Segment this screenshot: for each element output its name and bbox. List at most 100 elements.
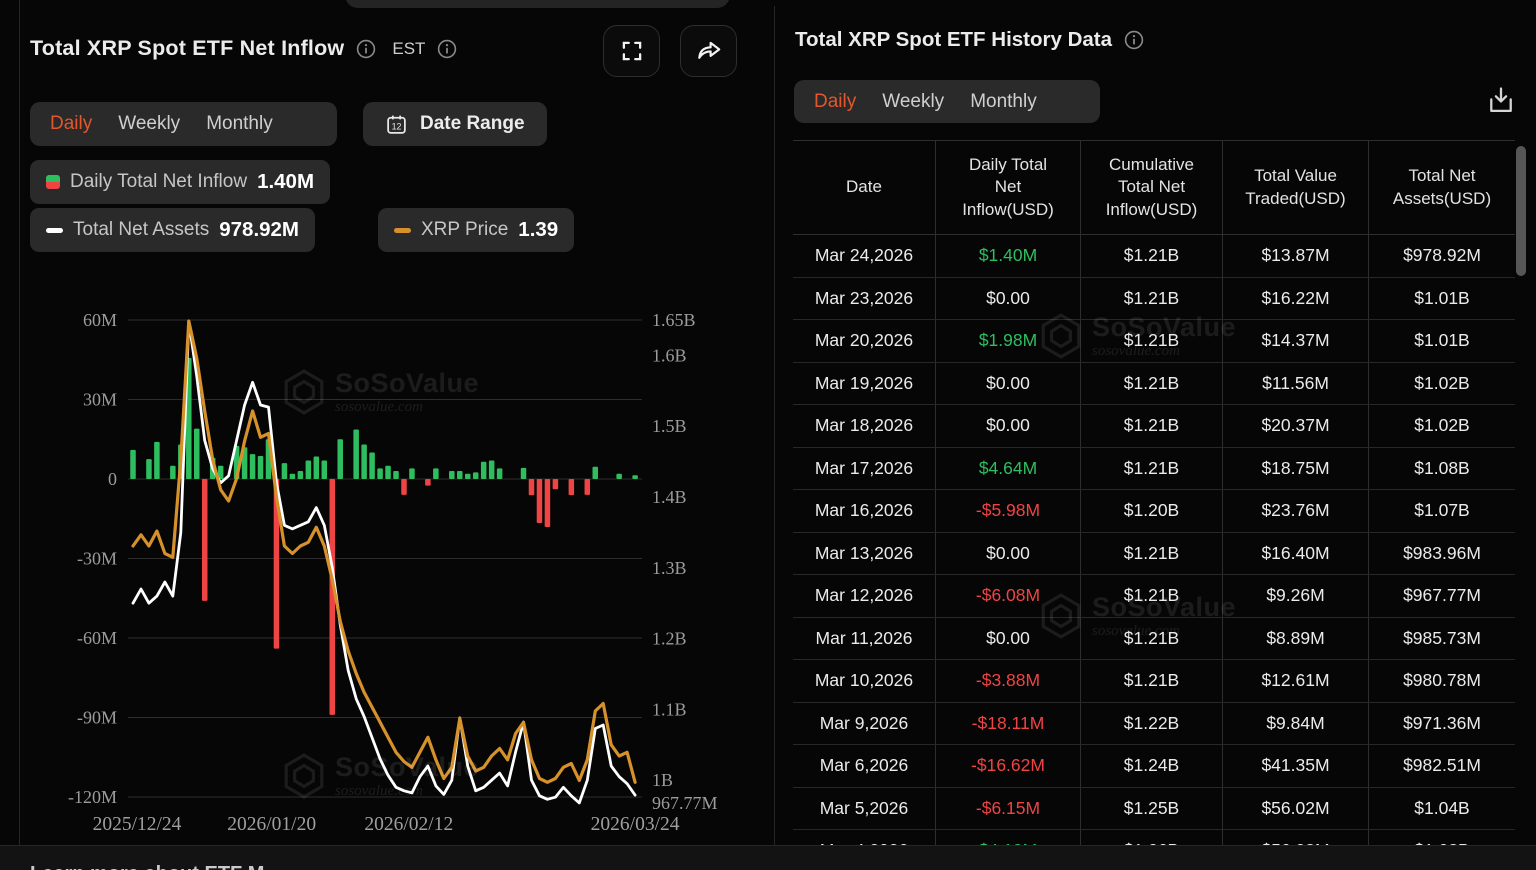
inflow-bar (258, 456, 264, 479)
inflow-bar (425, 479, 431, 486)
inflow-bar (369, 453, 375, 480)
cell-value: $1.21B (1080, 448, 1222, 490)
cell-value: $4.64M (935, 448, 1080, 490)
legend-label: Total Net Assets (73, 219, 209, 241)
date-range-label: Date Range (420, 113, 525, 135)
inflow-bar (250, 454, 256, 479)
cell-date: Mar 17,2026 (793, 448, 935, 490)
cell-value: $983.96M (1368, 533, 1515, 575)
table-row: Mar 24,2026$1.40M$1.21B$13.87M$978.92M (793, 235, 1515, 278)
table-row: Mar 19,2026$0.00$1.21B$11.56M$1.02B (793, 363, 1515, 406)
info-icon[interactable] (1124, 30, 1144, 50)
chart-panel-title: Total XRP Spot ETF Net Inflow (30, 36, 344, 61)
table-row: Mar 12,2026-$6.08M$1.21B$9.26M$967.77M (793, 575, 1515, 618)
netflow-chart[interactable]: 60M30M0-30M-60M-90M-120M1.65B1.6B1.5B1.4… (20, 300, 772, 845)
cell-date: Mar 5,2026 (793, 788, 935, 830)
column-header: Date (793, 141, 935, 234)
history-table: DateDaily Total Net Inflow(USD)Cumulativ… (793, 140, 1515, 845)
table-row: Mar 16,2026-$5.98M$1.20B$23.76M$1.07B (793, 490, 1515, 533)
inflow-bar (290, 474, 296, 479)
tab-daily[interactable]: Daily (50, 113, 92, 135)
tab-monthly[interactable]: Monthly (970, 91, 1037, 113)
info-icon[interactable] (437, 39, 457, 59)
inflow-bar (130, 450, 136, 479)
tab-weekly[interactable]: Weekly (882, 91, 944, 113)
fullscreen-button[interactable] (603, 25, 660, 77)
cell-value: $1.98M (935, 320, 1080, 362)
cell-value: $1.21B (1080, 618, 1222, 660)
cell-value: $1.21B (1080, 533, 1222, 575)
cell-value: $978.92M (1368, 235, 1515, 277)
legend-daily-net-inflow[interactable]: Daily Total Net Inflow 1.40M (30, 160, 330, 204)
inflow-bar (529, 479, 535, 495)
page: { "left_panel": { "title": "Total XRP Sp… (0, 0, 1536, 870)
cell-value: $1.22B (1080, 703, 1222, 745)
inflow-bar (521, 468, 527, 479)
tab-daily[interactable]: Daily (814, 91, 856, 113)
inflow-bar (314, 456, 320, 479)
cell-value: $18.75M (1222, 448, 1368, 490)
info-icon[interactable] (356, 39, 376, 59)
right-axis-tick: 1.5B (652, 416, 687, 436)
cell-date: Mar 12,2026 (793, 575, 935, 617)
cell-value: $1.01B (1368, 320, 1515, 362)
cell-date: Mar 4,2026 (793, 830, 935, 845)
inflow-bar (489, 460, 495, 479)
left-axis-tick: -30M (77, 549, 117, 569)
cell-value: $980.78M (1368, 660, 1515, 702)
cell-value: $971.36M (1368, 703, 1515, 745)
cell-value: $1.24B (1080, 745, 1222, 787)
next-section-partial: Learn more about ETF M (0, 845, 1536, 870)
table-row: Mar 5,2026-$6.15M$1.25B$56.02M$1.04B (793, 788, 1515, 831)
tab-weekly[interactable]: Weekly (118, 113, 180, 135)
cell-value: $4.19M (935, 830, 1080, 845)
white-line-icon (46, 228, 63, 233)
table-row: Mar 4,2026$4.19M$1.26B$56.03M$1.08B (793, 830, 1515, 845)
cell-value: $11.56M (1222, 363, 1368, 405)
share-button[interactable] (680, 25, 737, 77)
est-label: EST (392, 39, 425, 59)
inflow-bar (481, 462, 487, 479)
legend-total-net-assets[interactable]: Total Net Assets 978.92M (30, 208, 315, 252)
download-icon[interactable] (1486, 84, 1516, 116)
cell-value: -$3.88M (935, 660, 1080, 702)
cell-value: $0.00 (935, 405, 1080, 447)
x-axis-tick: 2025/12/24 (93, 814, 182, 835)
inflow-bar (585, 479, 591, 495)
date-range-button[interactable]: 12 Date Range (363, 102, 547, 146)
cell-date: Mar 10,2026 (793, 660, 935, 702)
table-scrollbar[interactable] (1516, 146, 1526, 276)
cell-value: $1.02B (1368, 405, 1515, 447)
cell-date: Mar 20,2026 (793, 320, 935, 362)
legend-xrp-price[interactable]: XRP Price 1.39 (378, 208, 574, 252)
right-axis-tick: 1.3B (652, 558, 687, 578)
cell-value: $9.26M (1222, 575, 1368, 617)
cell-value: $14.37M (1222, 320, 1368, 362)
right-axis-tick: 1.65B (652, 310, 696, 330)
cell-value: $1.04B (1368, 788, 1515, 830)
cell-value: $23.76M (1222, 490, 1368, 532)
cell-value: $1.07B (1368, 490, 1515, 532)
right-axis-tick: 1.4B (652, 487, 687, 507)
right-axis-tick: 1.2B (652, 629, 687, 649)
inflow-bar (393, 471, 399, 479)
inflow-bar (401, 479, 407, 495)
inflow-bar (298, 471, 304, 479)
bar-series-icon (46, 175, 60, 189)
inflow-bar (385, 466, 391, 479)
inflow-bar (616, 474, 622, 479)
inflow-bar (553, 479, 559, 489)
table-panel-title: Total XRP Spot ETF History Data (795, 28, 1112, 52)
cell-value: -$6.08M (935, 575, 1080, 617)
x-axis-tick: 2026/02/12 (364, 814, 453, 835)
cell-value: $1.21B (1080, 320, 1222, 362)
table-header-row: DateDaily Total Net Inflow(USD)Cumulativ… (793, 140, 1515, 235)
tab-monthly[interactable]: Monthly (206, 113, 273, 135)
cell-value: -$6.15M (935, 788, 1080, 830)
inflow-bar (194, 429, 200, 479)
cell-value: $1.21B (1080, 235, 1222, 277)
cell-value: $967.77M (1368, 575, 1515, 617)
cell-value: $20.37M (1222, 405, 1368, 447)
cell-date: Mar 16,2026 (793, 490, 935, 532)
table-row: Mar 17,2026$4.64M$1.21B$18.75M$1.08B (793, 448, 1515, 491)
